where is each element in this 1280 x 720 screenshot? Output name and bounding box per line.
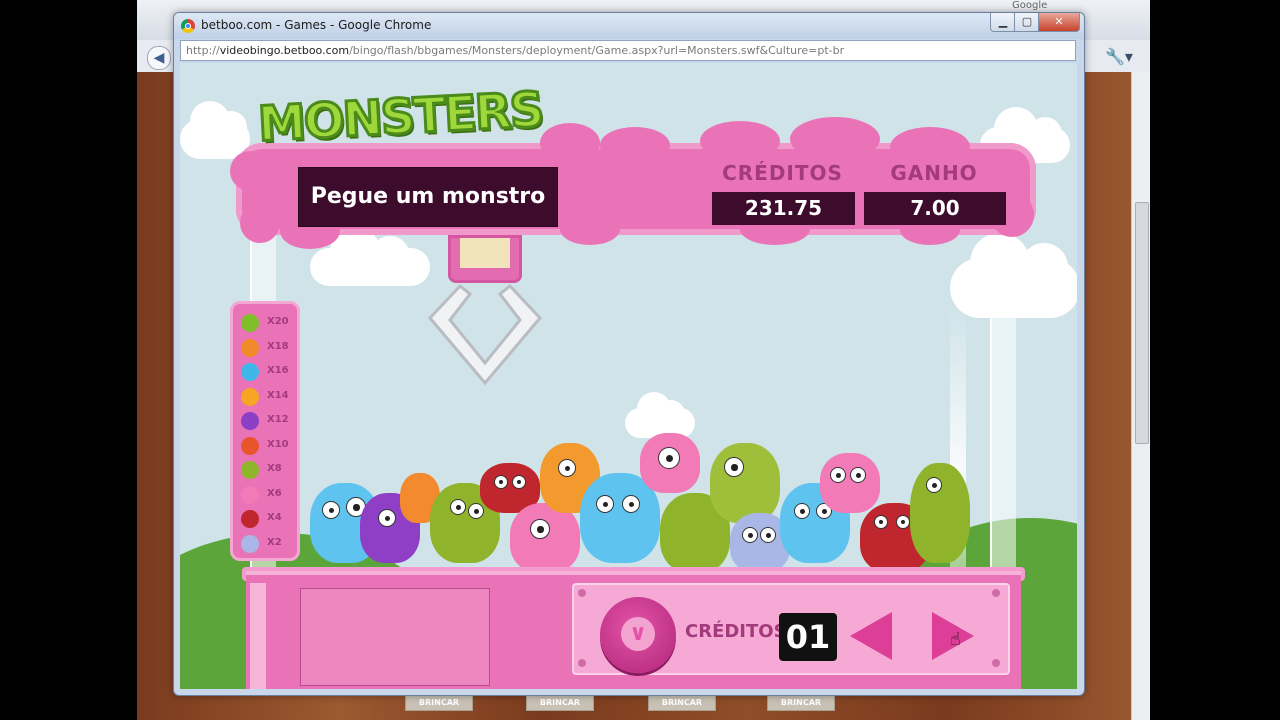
address-bar[interactable]: http://videobingo.betboo.com/bingo/flash… [180,40,1076,61]
ladder-monster-icon [241,363,259,381]
ladder-multiplier: X20 [267,316,289,327]
ladder-monster-icon [241,436,259,455]
banner-blob [790,117,880,161]
prompt-message: Pegue um monstro [298,167,558,227]
monster-green [910,463,970,563]
window-titlebar[interactable]: betboo.com - Games - Google Chrome ▁ ▢ ✕ [174,13,1084,39]
credits-label: CRÉDITOS [722,161,843,185]
brincar-tab[interactable]: BRINCAR [526,695,594,711]
background-scrollbar[interactable] [1131,72,1150,720]
ladder-monster-icon [241,314,259,332]
claw-holder [448,235,522,283]
ladder-multiplier: X18 [267,340,289,352]
hand-cursor-icon: ☝ [950,629,961,650]
game-popup-window: betboo.com - Games - Google Chrome ▁ ▢ ✕… [173,12,1085,696]
bet-credits-value: 01 [779,613,837,661]
rivet [578,659,586,667]
rivet [578,589,586,597]
ladder-monster-icon [241,485,259,504]
credits-value: 231.75 [712,192,855,225]
url-path: /bingo/flash/bbgames/Monsters/deployment… [349,44,845,57]
maximize-button[interactable]: ▢ [1014,13,1040,32]
banner-blob [540,123,600,163]
brincar-tab[interactable]: BRINCAR [767,695,835,711]
machine-stripe [250,583,266,689]
play-button[interactable]: ∨ [600,597,676,673]
brincar-tab[interactable]: BRINCAR [648,695,716,711]
win-value: 7.00 [864,192,1006,225]
claw-icon [427,283,543,386]
game-canvas[interactable]: MONSTERS Pegue um monstro CRÉDITOS GANHO… [180,63,1077,689]
ladder-row: X16 [237,361,297,383]
monster-pink [510,503,580,573]
rivet [992,589,1000,597]
ladder-multiplier: X16 [267,365,289,376]
url-host: videobingo.betboo.com [219,44,350,57]
banner-blob [700,121,780,161]
ladder-monster-icon [241,461,259,479]
cloud-decoration [310,226,430,286]
win-label: GANHO [890,161,978,185]
bet-credits-label: CRÉDITOS [685,621,787,642]
banner-blob [560,213,620,245]
banner-blob [600,127,670,163]
ladder-row: X18 [237,337,297,359]
ladder-monster-icon [241,534,259,553]
url-prefix: http:// [186,44,220,57]
monster-pink [640,433,700,493]
decrease-bet-button[interactable] [850,612,892,660]
banner-blob [230,151,270,191]
claw-cap [460,238,510,268]
banner-blob [240,203,280,243]
ladder-multiplier: X14 [267,389,289,401]
background-corner-text: Google [1012,0,1048,11]
chrome-icon [181,19,195,33]
monster-green [710,443,780,523]
monster-pink [820,453,880,513]
chevron-down-icon: ∨ [621,617,655,651]
window-title: betboo.com - Games - Google Chrome [201,18,432,32]
close-button[interactable]: ✕ [1038,13,1080,32]
ladder-row: X20 [237,312,297,334]
wrench-icon[interactable]: 🔧▾ [1105,46,1141,68]
rivet [992,659,1000,667]
ladder-monster-icon [241,338,259,357]
scrollbar-thumb[interactable] [1135,202,1149,444]
ladder-monster-icon [241,412,259,430]
ladder-row: X14 [237,386,297,408]
brincar-tab[interactable]: BRINCAR [405,695,473,711]
ladder-monster-icon [241,387,259,406]
prize-chute [300,588,490,686]
back-arrow-icon[interactable]: ◀ [147,46,171,70]
ladder-monster-icon [241,510,259,528]
minimize-button[interactable]: ▁ [990,13,1016,32]
